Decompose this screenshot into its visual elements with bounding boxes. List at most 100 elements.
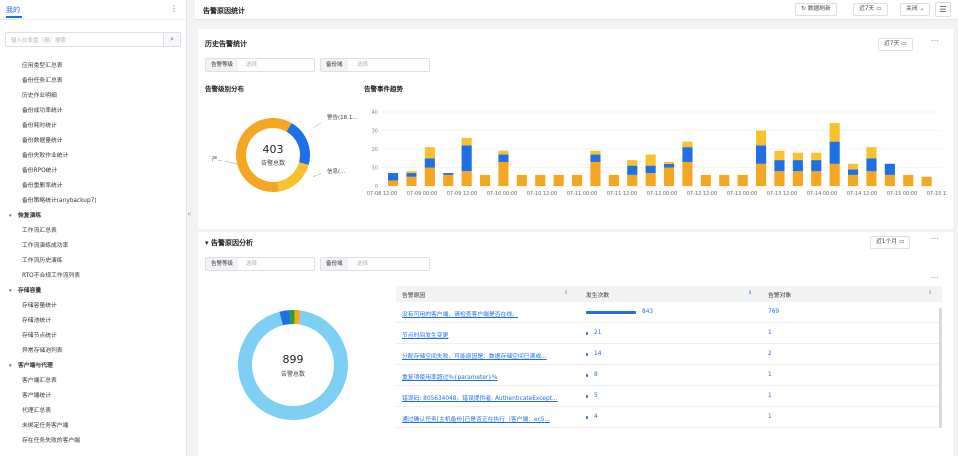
reason-link[interactable]: 错误码: 805634048，错误提供者: AuthenticateExcept… — [402, 393, 582, 402]
table-row[interactable]: 没有可用的客户端，请检查客户端是否在线。 843 769 — [396, 303, 942, 323]
reason-link[interactable]: 节点时间发生变更 — [402, 330, 582, 339]
reason-link[interactable]: 通过确认任务[主机备份]已是否正在执行（客户端：ec5... — [402, 414, 582, 423]
sort-icon[interactable]: ⇕ — [928, 290, 932, 296]
sidebar-item-label: 存储容量统计 — [22, 303, 57, 309]
cause-level-filter[interactable]: 告警等级 选择 — [205, 257, 315, 271]
sidebar-item[interactable]: 客户端汇总表 — [22, 375, 57, 387]
sort-icon[interactable]: ⇕ — [748, 290, 752, 296]
search-icon[interactable]: ⌕ — [163, 33, 180, 46]
chevron-down-icon: ▾ — [9, 363, 12, 369]
leader-line — [312, 122, 321, 129]
object-value[interactable]: 2 — [768, 351, 772, 357]
sort-icon[interactable]: ⇕ — [564, 290, 568, 296]
col-reason[interactable]: 告警原因 — [402, 290, 425, 299]
trend-bar — [792, 171, 803, 186]
y-tick-label: 40 — [372, 110, 378, 116]
table-row[interactable]: 错误码: 805634048，错误提供者: AuthenticateExcept… — [396, 387, 942, 407]
table-scrollbar[interactable] — [939, 308, 942, 428]
reason-link[interactable]: 重复项使用率超过%{parameter}% — [402, 372, 582, 381]
history-more-icon[interactable]: ··· — [931, 37, 939, 45]
object-value[interactable]: 1 — [768, 330, 772, 336]
sidebar-item[interactable]: 工作流历史演练 — [22, 255, 63, 267]
filter-key: 备份域 — [321, 258, 348, 270]
sidebar-item[interactable]: 异常存储池列表 — [22, 345, 63, 357]
sidebar-group[interactable]: ▾ 存储容量 — [9, 285, 41, 297]
trend-bar — [664, 163, 675, 168]
x-tick-label: 07-09 00:00 — [407, 191, 438, 197]
sidebar-item[interactable]: 客户端统计 — [22, 390, 51, 402]
sidebar-item-label: 客户端汇总表 — [22, 378, 57, 384]
trend-bar — [627, 174, 638, 186]
cause-range-button[interactable]: 近1个月 ▭ — [870, 236, 911, 249]
close-button[interactable]: 关闭 ⌄ — [900, 3, 931, 16]
table-header: 告警原因 ⇕ 发生次数 ⇕ 告警对象 ⇕ — [396, 286, 942, 302]
count-value: 14 — [594, 351, 602, 357]
sidebar-group[interactable]: ▾ 客户端与代理 — [9, 360, 53, 372]
x-tick-label: 07-09 12:00 — [447, 191, 478, 197]
trend-bar — [719, 174, 730, 186]
table-row[interactable]: 重复项使用率超过%{parameter}% 8 1 — [396, 366, 942, 386]
trend-bar — [406, 173, 417, 177]
top-bar: 告警原因统计 ↻ 数据刷新 近7天 ▭ 关闭 ⌄ ☰ — [195, 0, 958, 20]
object-value[interactable]: 769 — [768, 309, 779, 315]
sidebar-group[interactable]: ▾ 恢复演练 — [9, 210, 41, 222]
sidebar-item-label: 存储容量 — [18, 288, 42, 294]
close-label: 关闭 — [906, 6, 918, 12]
object-value[interactable]: 1 — [768, 393, 772, 399]
sidebar-item[interactable]: 历史作业明细 — [22, 90, 57, 102]
sidebar-item[interactable]: 备份任务汇总表 — [22, 75, 63, 87]
refresh-label: 数据刷新 — [807, 6, 831, 12]
reason-link[interactable]: 分配存储空间失败，可能原因是：数据存储空间已满或... — [402, 351, 582, 360]
col-object[interactable]: 告警对象 — [768, 290, 791, 299]
sidebar-item[interactable]: 工作流演练成功率 — [22, 240, 68, 252]
trend-bar — [811, 152, 822, 161]
sidebar-item[interactable]: 备份数据量统计 — [22, 135, 63, 147]
cause-more-icon[interactable]: ··· — [931, 235, 939, 243]
reason-link[interactable]: 没有可用的客户端，请检查客户端是否在线。 — [402, 309, 582, 318]
settings-icon[interactable]: ☰ — [935, 2, 951, 17]
table-more-icon[interactable]: ··· — [931, 274, 939, 282]
col-count[interactable]: 发生次数 — [586, 290, 609, 299]
cause-domain-filter[interactable]: 备份域 选择 — [320, 257, 430, 271]
trend-bar — [866, 158, 877, 172]
sidebar-item[interactable]: 备份成功率统计 — [22, 105, 63, 117]
trend-bar — [682, 147, 693, 162]
trend-bar — [590, 154, 601, 162]
search-input[interactable]: 输入仪表盘（报）搜索 ⌕ — [5, 32, 181, 47]
sidebar-item[interactable]: 代理汇总表 — [22, 405, 51, 417]
trend-bar — [848, 163, 859, 170]
table-row[interactable]: 节点时间发生变更 21 1 — [396, 324, 942, 344]
object-value[interactable]: 1 — [768, 414, 772, 420]
sidebar-item[interactable]: 备份耗时统计 — [22, 120, 57, 132]
sidebar-item[interactable]: RTO不合规工作流列表 — [22, 270, 80, 282]
trend-bar — [664, 161, 675, 164]
refresh-button[interactable]: ↻ 数据刷新 — [795, 3, 837, 16]
sidebar-item[interactable]: 未绑定任务客户端 — [22, 420, 68, 432]
table-row[interactable]: 通过确认任务[主机备份]已是否正在执行（客户端：ec5... 4 1 — [396, 408, 942, 428]
sidebar-item[interactable]: 备份重删率统计 — [22, 180, 63, 192]
history-domain-filter[interactable]: 备份域 选择 — [320, 58, 430, 72]
trend-bar — [608, 174, 619, 186]
more-icon[interactable]: ⋮ — [170, 4, 178, 13]
history-level-filter[interactable]: 告警等级 选择 — [205, 58, 315, 72]
sidebar-item[interactable]: 备份RPO统计 — [22, 165, 57, 177]
sidebar-item[interactable]: 应用类型汇总表 — [22, 60, 63, 72]
range-button[interactable]: 近7天 ▭ — [853, 3, 888, 16]
x-tick-label: 07-11 12:00 — [607, 191, 638, 197]
sidebar-item[interactable]: 存储节点统计 — [22, 330, 57, 342]
sidebar-item[interactable]: 存在任务失败的客户端 — [22, 435, 80, 447]
sidebar-item[interactable]: 备份策略统计(anybackup7) — [22, 195, 97, 207]
history-range-button[interactable]: 近7天 ▭ — [878, 38, 913, 51]
trend-bar — [645, 154, 656, 166]
sidebar-item[interactable]: 存储容量统计 — [22, 300, 57, 312]
table-row[interactable]: 分配存储空间失败，可能原因是：数据存储空间已满或... 14 2 — [396, 345, 942, 365]
tab-my[interactable]: 我的 — [6, 5, 20, 15]
sidebar-item[interactable]: 工作流汇总表 — [22, 225, 57, 237]
object-value[interactable]: 1 — [768, 372, 772, 378]
sidebar-item[interactable]: 存储池统计 — [22, 315, 51, 327]
trend-bar — [737, 174, 748, 186]
collapse-sidebar-icon[interactable]: « — [187, 210, 195, 226]
sidebar-item[interactable]: 备份失败作业统计 — [22, 150, 68, 162]
trend-bar — [756, 163, 767, 186]
trend-bar — [590, 150, 601, 155]
